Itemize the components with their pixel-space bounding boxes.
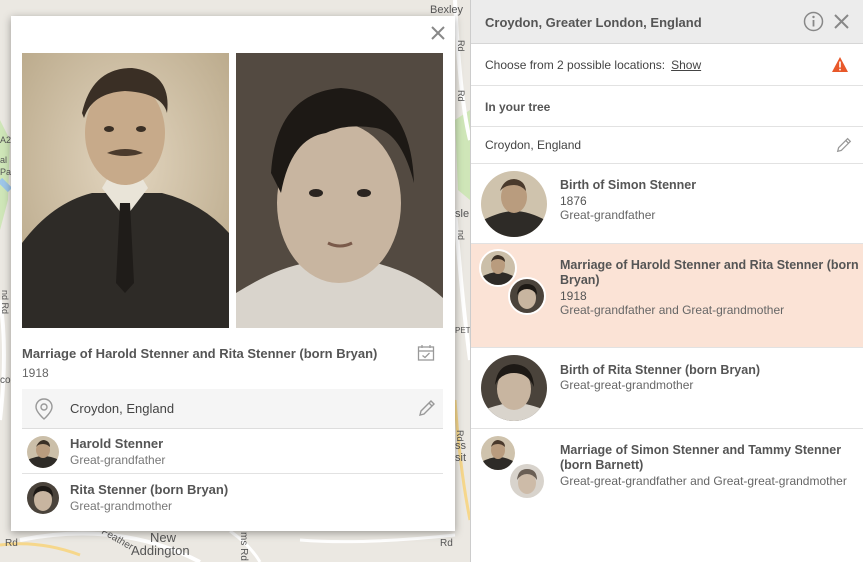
map-label: sle bbox=[455, 208, 470, 220]
map-label: al bbox=[0, 155, 8, 165]
event-relation: Great-grandfather and Great-grandmother bbox=[560, 303, 785, 317]
map-label: co bbox=[0, 375, 11, 386]
event-item-birth-rita[interactable]: Birth of Rita Stenner (born Bryan) Great… bbox=[471, 348, 863, 429]
person-relation: Great-grandmother bbox=[70, 499, 173, 513]
person-name: Harold Stenner bbox=[70, 436, 164, 451]
map-label: Rd bbox=[455, 430, 465, 442]
close-icon[interactable] bbox=[833, 13, 850, 30]
map-label: ss bbox=[455, 440, 466, 452]
event-title: Birth of Rita Stenner (born Bryan) bbox=[560, 363, 761, 377]
pencil-icon[interactable] bbox=[835, 136, 853, 154]
in-your-tree-header: In your tree bbox=[471, 86, 863, 127]
map-label: Rd bbox=[456, 90, 466, 102]
pencil-icon[interactable] bbox=[417, 398, 437, 418]
event-title: Birth of Simon Stenner bbox=[560, 178, 697, 192]
map-label: Rd bbox=[440, 538, 453, 549]
event-popup-card: Marriage of Harold Stenner and Rita Sten… bbox=[11, 16, 455, 531]
panel-title: Croydon, Greater London, England bbox=[485, 15, 702, 30]
map-label: nd Rd bbox=[0, 290, 10, 315]
map-label: A2 bbox=[0, 135, 12, 145]
map-label: PET bbox=[455, 326, 470, 335]
tree-place-text: Croydon, England bbox=[485, 138, 582, 152]
event-relation: Great-great-grandmother bbox=[560, 378, 694, 392]
person-relation: Great-grandfather bbox=[70, 453, 166, 467]
choose-location-row: Choose from 2 possible locations: Show bbox=[471, 44, 863, 86]
avatar bbox=[479, 434, 517, 472]
map-label: ms Rd bbox=[238, 532, 249, 561]
event-relation: Great-great-grandfather and Great-great-… bbox=[560, 474, 847, 488]
avatar bbox=[479, 249, 517, 287]
harold-portrait-photo[interactable] bbox=[22, 53, 229, 328]
map-label: Rd bbox=[5, 538, 18, 549]
panel-header: Croydon, Greater London, England bbox=[471, 0, 863, 44]
info-icon[interactable] bbox=[803, 11, 824, 32]
event-year: 1876 bbox=[560, 194, 587, 208]
location-pin-icon bbox=[35, 398, 53, 420]
person-row-harold[interactable]: Harold Stenner Great-grandfather bbox=[22, 430, 443, 474]
map-label: sit bbox=[455, 452, 466, 464]
avatar bbox=[508, 277, 546, 315]
map-label: Pa bbox=[0, 167, 12, 177]
map-label: nd bbox=[456, 230, 466, 241]
avatar bbox=[481, 171, 547, 237]
event-title: Marriage of Harold Stenner and Rita Sten… bbox=[22, 346, 378, 361]
event-title: Marriage of Simon Stenner and Tammy Sten… bbox=[560, 443, 842, 472]
close-icon[interactable] bbox=[429, 24, 447, 42]
event-year: 1918 bbox=[22, 366, 49, 380]
event-title: Marriage of Harold Stenner and Rita Sten… bbox=[560, 258, 859, 287]
avatar bbox=[27, 436, 59, 468]
map-label: Rd bbox=[456, 40, 466, 52]
map-label: Addington bbox=[131, 543, 190, 558]
location-panel: Croydon, Greater London, England Choose … bbox=[470, 0, 863, 562]
avatar bbox=[508, 462, 546, 500]
person-row-rita[interactable]: Rita Stenner (born Bryan) Great-grandmot… bbox=[22, 476, 443, 520]
rita-portrait-photo[interactable] bbox=[236, 53, 443, 328]
event-item-birth-simon[interactable]: Birth of Simon Stenner 1876 Great-grandf… bbox=[471, 164, 863, 244]
person-name: Rita Stenner (born Bryan) bbox=[70, 482, 229, 497]
tree-place-row: Croydon, England bbox=[471, 127, 863, 164]
event-place-text: Croydon, England bbox=[70, 401, 175, 416]
section-heading: In your tree bbox=[485, 100, 551, 114]
event-relation: Great-grandfather bbox=[560, 208, 656, 222]
show-locations-link[interactable]: Show bbox=[671, 58, 701, 72]
avatar bbox=[27, 482, 59, 514]
event-year: 1918 bbox=[560, 289, 587, 303]
choose-text: Choose from 2 possible locations: bbox=[485, 58, 666, 72]
calendar-icon[interactable] bbox=[417, 344, 435, 362]
event-item-marriage-simon-tammy[interactable]: Marriage of Simon Stenner and Tammy Sten… bbox=[471, 429, 863, 519]
event-item-marriage-harold-rita[interactable]: Marriage of Harold Stenner and Rita Sten… bbox=[471, 244, 863, 348]
event-place-row: Croydon, England bbox=[22, 389, 443, 429]
warning-icon bbox=[832, 57, 848, 72]
avatar bbox=[481, 355, 547, 421]
